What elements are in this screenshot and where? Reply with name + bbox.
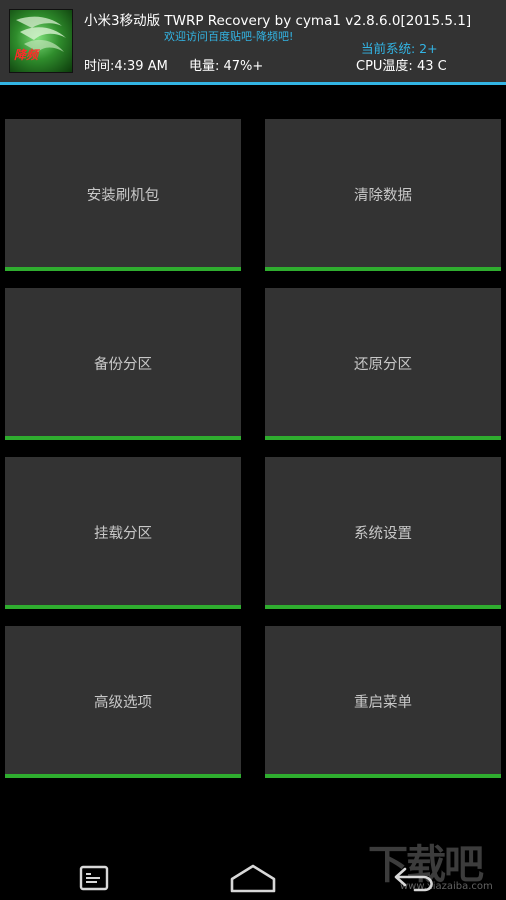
time-status: 时间:4:39 AM <box>84 59 168 74</box>
home-button[interactable] <box>213 855 293 900</box>
restore-label: 还原分区 <box>354 356 412 373</box>
welcome-text: 欢迎访问百度贴吧-降频吧! <box>164 30 294 43</box>
logo-text: 降频 <box>14 48 39 62</box>
restore-button[interactable]: 还原分区 <box>265 288 501 440</box>
app-title: 小米3移动版 TWRP Recovery by cyma1 v2.8.6.0[2… <box>84 13 472 29</box>
advanced-button[interactable]: 高级选项 <box>5 626 241 778</box>
wipe-button[interactable]: 清除数据 <box>265 119 501 271</box>
reboot-label: 重启菜单 <box>354 694 412 711</box>
battery-status: 电量: 47%+ <box>189 59 264 74</box>
wipe-label: 清除数据 <box>354 187 412 204</box>
header-divider <box>0 82 506 85</box>
header-bar: 降频 小米3移动版 TWRP Recovery by cyma1 v2.8.6.… <box>0 0 506 82</box>
settings-label: 系统设置 <box>354 525 412 542</box>
navigation-bar <box>0 855 506 900</box>
backup-label: 备份分区 <box>94 356 152 373</box>
install-label: 安装刷机包 <box>86 187 160 204</box>
backup-button[interactable]: 备份分区 <box>5 288 241 440</box>
reboot-button[interactable]: 重启菜单 <box>265 626 501 778</box>
back-button[interactable] <box>375 855 455 900</box>
mount-button[interactable]: 挂载分区 <box>5 457 241 609</box>
home-icon <box>230 864 276 892</box>
install-button[interactable]: 安装刷机包 <box>5 119 241 271</box>
console-button[interactable] <box>54 855 134 900</box>
advanced-label: 高级选项 <box>94 694 152 711</box>
cpu-temp-status: CPU温度: 43 C <box>356 59 447 74</box>
console-icon <box>79 865 109 890</box>
settings-button[interactable]: 系统设置 <box>265 457 501 609</box>
logo: 降频 <box>9 9 73 73</box>
back-icon <box>394 867 433 891</box>
mount-label: 挂载分区 <box>94 525 152 542</box>
